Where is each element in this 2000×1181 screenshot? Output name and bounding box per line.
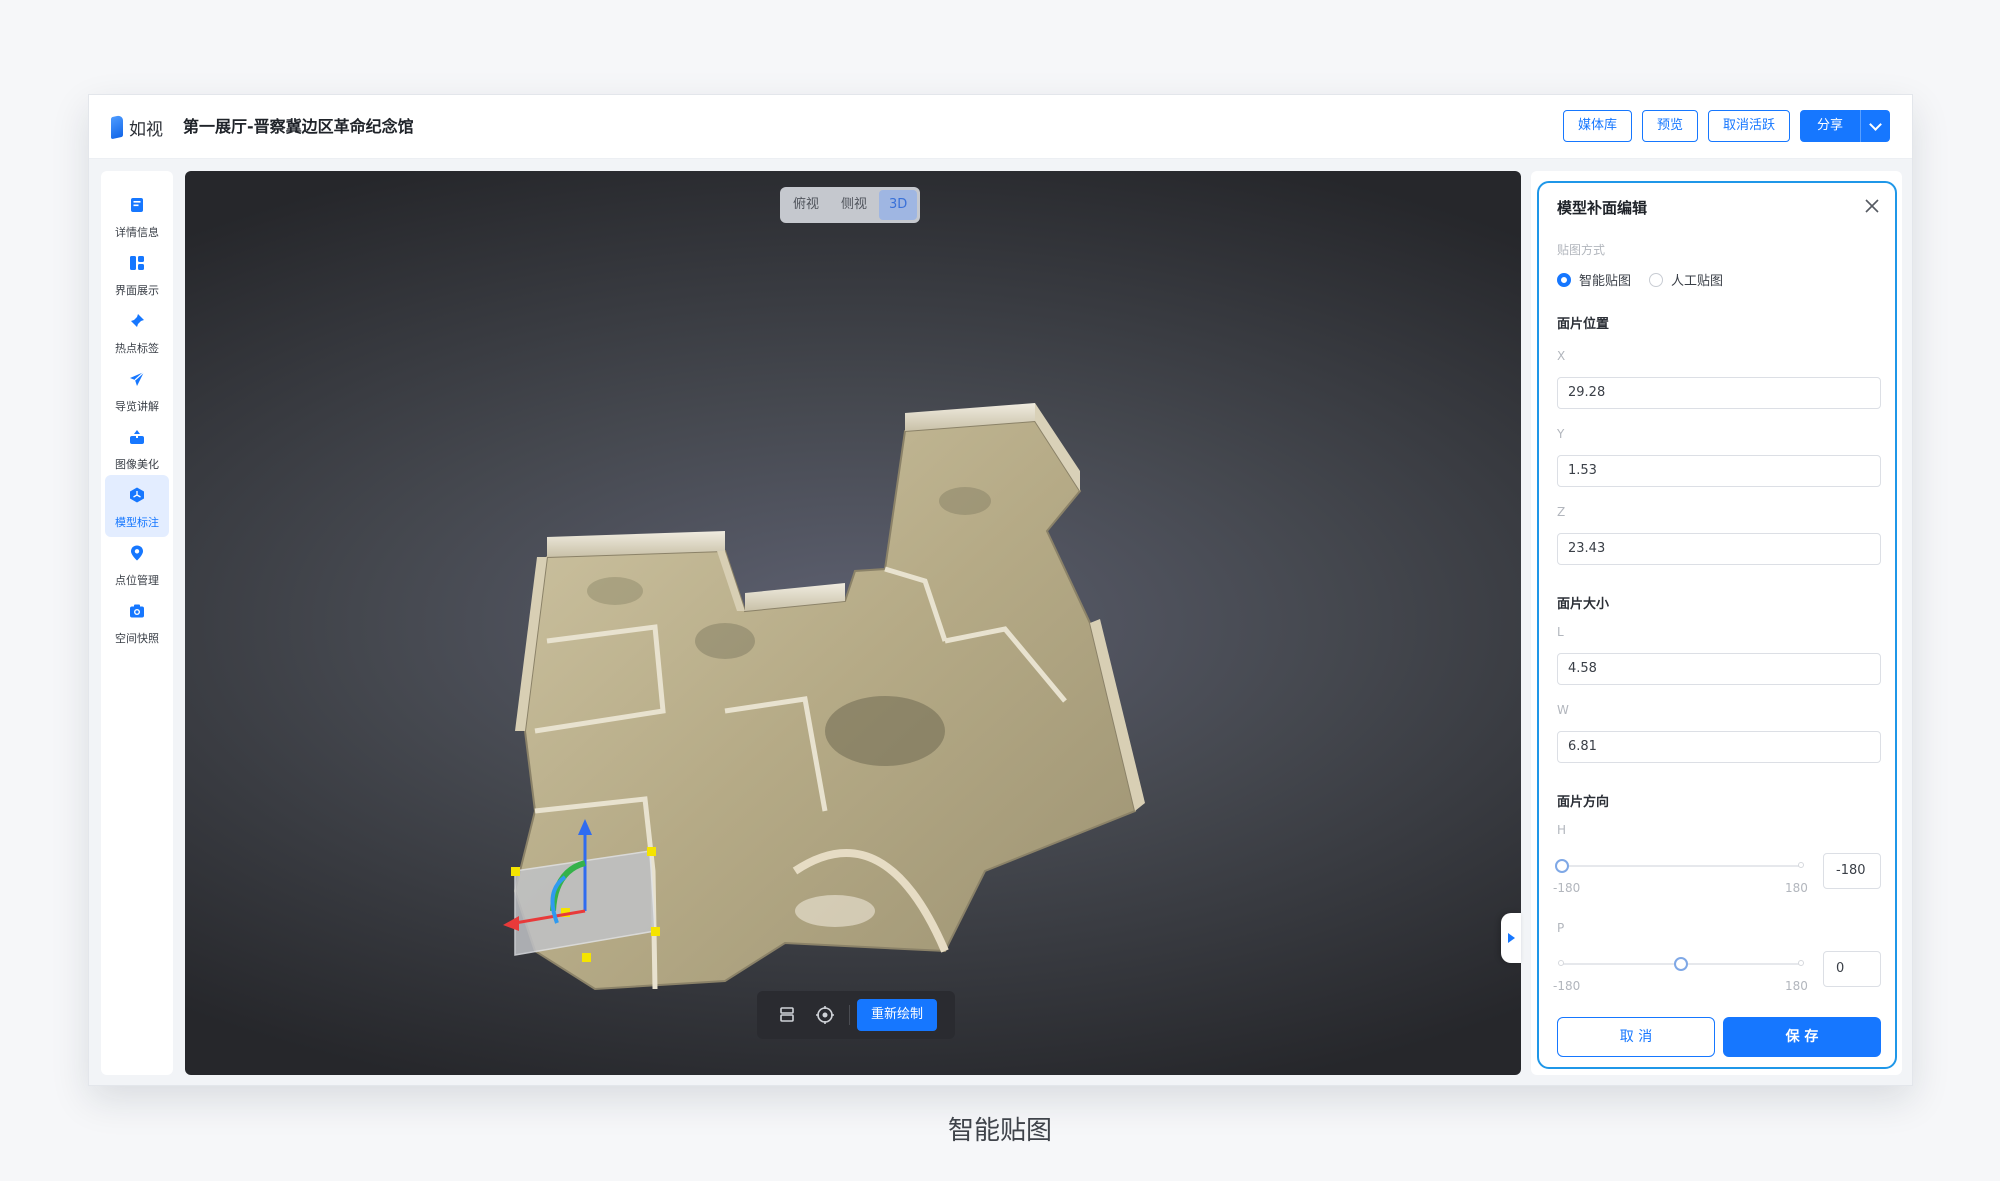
z-input[interactable]: 23.43 xyxy=(1557,533,1881,565)
sidebar-item-label: 界面展示 xyxy=(115,284,159,297)
sidebar-item-guide[interactable]: 导览讲解 xyxy=(105,359,169,421)
h-min-label: -180 xyxy=(1553,881,1581,895)
panel-title: 模型补面编辑 xyxy=(1557,199,1648,217)
share-dropdown-chevron-down-icon[interactable] xyxy=(1860,110,1890,142)
tab-top-view[interactable]: 俯视 xyxy=(783,190,829,220)
floor-layers-icon[interactable] xyxy=(775,1003,799,1027)
locate-target-icon[interactable] xyxy=(813,1003,837,1027)
header-actions: 媒体库 预览 取消活跃 分享 xyxy=(1562,110,1890,142)
radio-dot xyxy=(1649,272,1663,287)
y-label: Y xyxy=(1557,427,1565,441)
radio-dot-selected xyxy=(1557,272,1571,287)
right-panel-container: 模型补面编辑 贴图方式 智能贴图 人工贴图 面片位置 X 29.28 Y 1.5… xyxy=(1531,171,1902,1075)
sidebar-item-model-annotation[interactable]: 模型标注 xyxy=(105,475,169,537)
size-section-title: 面片大小 xyxy=(1557,597,1610,612)
l-input[interactable]: 4.58 xyxy=(1557,653,1881,685)
cancel-active-button[interactable]: 取消活跃 xyxy=(1707,110,1790,142)
sidebar-item-location[interactable]: 点位管理 xyxy=(105,533,169,595)
floor-plan-3d-model[interactable] xyxy=(185,171,1521,1075)
sidebar-item-label: 点位管理 xyxy=(115,574,159,587)
direction-section-title: 面片方向 xyxy=(1557,795,1610,810)
radio-smart-texture[interactable]: 智能贴图 xyxy=(1557,270,1631,289)
sidebar-item-hotspot[interactable]: 热点标签 xyxy=(105,301,169,363)
logo-mark-icon xyxy=(111,114,123,140)
top-header: 如视 第一展厅-晋察冀边区革命纪念馆 媒体库 预览 取消活跃 分享 xyxy=(89,95,1912,159)
radio-label: 人工贴图 xyxy=(1671,274,1724,289)
p-max-label: 180 xyxy=(1785,979,1808,993)
radio-label: 智能贴图 xyxy=(1579,274,1632,289)
sidebar-item-label: 模型标注 xyxy=(115,516,159,529)
sidebar-item-beautify[interactable]: 图像美化 xyxy=(105,417,169,479)
h-value-input[interactable]: -180 xyxy=(1823,853,1881,889)
image-caption: 智能贴图 xyxy=(947,1116,1052,1146)
y-input[interactable]: 1.53 xyxy=(1557,455,1881,487)
save-button[interactable]: 保 存 xyxy=(1723,1017,1881,1057)
view-mode-switch: 俯视 侧视 3D xyxy=(780,187,921,223)
beautify-icon xyxy=(130,430,144,444)
sidebar-item-detail[interactable]: 详情信息 xyxy=(105,185,169,247)
p-slider-end xyxy=(1798,960,1804,966)
layout-icon xyxy=(130,256,144,270)
p-slider[interactable] xyxy=(1558,957,1804,971)
sidebar-item-label: 导览讲解 xyxy=(115,400,159,413)
logo-text: 如视 xyxy=(129,119,163,140)
w-input[interactable]: 6.81 xyxy=(1557,731,1881,763)
media-library-button[interactable]: 媒体库 xyxy=(1562,110,1632,142)
camera-icon xyxy=(130,604,144,618)
sidebar-item-label: 详情信息 xyxy=(115,226,159,239)
sidebar-item-label: 图像美化 xyxy=(115,458,159,471)
close-icon[interactable] xyxy=(1863,197,1881,215)
x-label: X xyxy=(1557,349,1566,363)
h-slider-end xyxy=(1798,862,1804,868)
model-patch-edit-panel: 模型补面编辑 贴图方式 智能贴图 人工贴图 面片位置 X 29.28 Y 1.5… xyxy=(1537,181,1897,1069)
z-label: Z xyxy=(1557,505,1566,519)
share-split-button: 分享 xyxy=(1799,110,1890,142)
app-logo[interactable]: 如视 xyxy=(111,114,163,140)
redraw-button[interactable]: 重新绘制 xyxy=(857,999,938,1031)
panel-collapse-handle[interactable] xyxy=(1501,913,1521,963)
3d-viewport[interactable]: 俯视 侧视 3D 重新绘制 xyxy=(185,171,1521,1075)
h-slider[interactable] xyxy=(1555,859,1804,873)
detail-icon xyxy=(131,198,143,212)
x-input[interactable]: 29.28 xyxy=(1557,377,1881,409)
send-icon xyxy=(130,371,145,386)
viewport-toolbar: 重新绘制 xyxy=(757,991,955,1039)
share-button[interactable]: 分享 xyxy=(1799,110,1860,142)
sidebar-item-label: 空间快照 xyxy=(115,632,159,645)
location-icon xyxy=(131,545,143,561)
p-value-input[interactable]: 0 xyxy=(1823,951,1881,987)
position-section-title: 面片位置 xyxy=(1557,317,1610,332)
sidebar-item-label: 热点标签 xyxy=(115,342,159,355)
preview-button[interactable]: 预览 xyxy=(1641,110,1698,142)
p-slider-knob[interactable] xyxy=(1674,957,1688,971)
h-label: H xyxy=(1557,823,1567,837)
app-window: 如视 第一展厅-晋察冀边区革命纪念馆 媒体库 预览 取消活跃 分享 详情信息 界… xyxy=(88,94,1913,1086)
cancel-button[interactable]: 取 消 xyxy=(1557,1017,1715,1057)
pin-icon xyxy=(129,314,144,329)
tab-3d-view[interactable]: 3D xyxy=(879,190,918,220)
h-slider-knob[interactable] xyxy=(1555,859,1569,873)
toolbar-divider xyxy=(849,1005,850,1025)
l-label: L xyxy=(1557,625,1564,639)
h-max-label: 180 xyxy=(1785,881,1808,895)
tab-side-view[interactable]: 侧视 xyxy=(831,190,877,220)
left-sidebar: 详情信息 界面展示 热点标签 导览讲解 图像美化 模型标注 点位管理 空间快照 xyxy=(101,171,173,1075)
p-slider-start xyxy=(1558,960,1564,966)
p-label: P xyxy=(1557,921,1565,935)
page-title: 第一展厅-晋察冀边区革命纪念馆 xyxy=(183,117,414,136)
p-min-label: -180 xyxy=(1553,979,1581,993)
radio-manual-texture[interactable]: 人工贴图 xyxy=(1649,270,1723,289)
sidebar-item-layout[interactable]: 界面展示 xyxy=(105,243,169,305)
model-icon xyxy=(130,487,144,503)
w-label: W xyxy=(1557,703,1569,717)
sidebar-item-snapshot[interactable]: 空间快照 xyxy=(105,591,169,653)
texture-mode-label: 贴图方式 xyxy=(1557,243,1606,257)
